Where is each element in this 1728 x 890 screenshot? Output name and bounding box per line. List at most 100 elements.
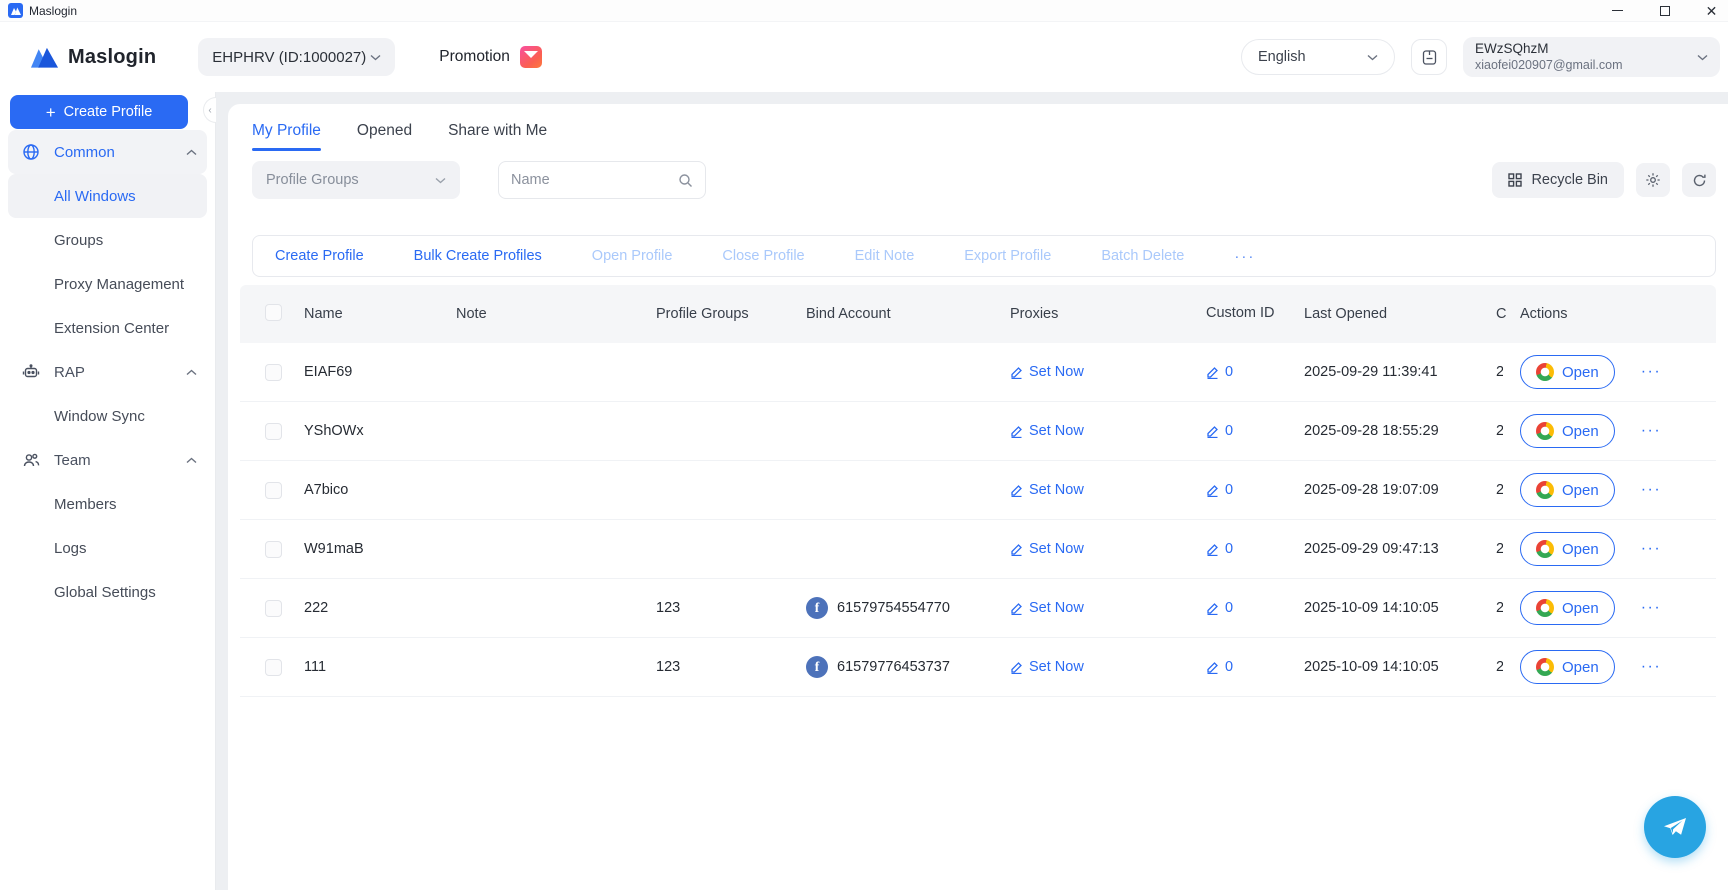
chrome-icon xyxy=(1536,422,1554,440)
open-button-label: Open xyxy=(1562,600,1599,617)
user-account-menu[interactable]: EWzSQhzM xiaofei020907@gmail.com xyxy=(1463,37,1720,77)
brand-logo: Maslogin xyxy=(30,46,156,69)
chrome-icon xyxy=(1536,363,1554,381)
docs-button[interactable] xyxy=(1411,39,1447,75)
set-proxy-link[interactable]: Set Now xyxy=(1010,541,1084,557)
open-profile-button[interactable]: Open xyxy=(1520,355,1615,389)
tab-my-profile[interactable]: My Profile xyxy=(252,112,321,151)
custom-id-edit-link[interactable]: 0 xyxy=(1206,600,1233,616)
telegram-plane-icon xyxy=(1660,812,1690,842)
refresh-icon xyxy=(1692,173,1707,188)
custom-id-edit-link[interactable]: 0 xyxy=(1206,364,1233,380)
clipped-cell-value: 2 xyxy=(1496,659,1503,675)
close-button[interactable]: ✕ xyxy=(1705,4,1718,17)
set-proxy-link[interactable]: Set Now xyxy=(1010,364,1084,380)
open-profile-button[interactable]: Open xyxy=(1520,532,1615,566)
action-more-button[interactable]: ··· xyxy=(1234,248,1255,265)
recycle-bin-button[interactable]: Recycle Bin xyxy=(1492,162,1624,198)
sidebar-item-label: Members xyxy=(54,496,117,513)
row-checkbox[interactable] xyxy=(265,364,282,381)
chrome-icon xyxy=(1536,658,1554,676)
set-proxy-link[interactable]: Set Now xyxy=(1010,659,1084,675)
workspace-select[interactable]: EHPHRV (ID:1000027) xyxy=(198,38,395,76)
language-value: English xyxy=(1258,49,1306,65)
set-proxy-link[interactable]: Set Now xyxy=(1010,600,1084,616)
sidebar-group-rap[interactable]: RAP xyxy=(8,350,207,394)
cell-last-opened: 2025-10-09 14:10:05 xyxy=(1296,600,1496,616)
action-export-profile-button[interactable]: Export Profile xyxy=(964,248,1051,264)
maximize-button[interactable] xyxy=(1658,4,1671,17)
app-header: Maslogin EHPHRV (ID:1000027) Promotion E… xyxy=(0,22,1728,92)
sidebar-group-common[interactable]: Common xyxy=(8,130,207,174)
custom-id-value: 0 xyxy=(1225,659,1233,675)
action-open-profile-button[interactable]: Open Profile xyxy=(592,248,673,264)
settings-button[interactable] xyxy=(1636,163,1670,197)
custom-id-edit-link[interactable]: 0 xyxy=(1206,659,1233,675)
sidebar-collapse-handle[interactable]: ‹ xyxy=(203,97,216,123)
action-edit-note-button[interactable]: Edit Note xyxy=(855,248,915,264)
set-proxy-link[interactable]: Set Now xyxy=(1010,423,1084,439)
title-bar: Maslogin ✕ xyxy=(0,0,1728,22)
sidebar-item-all-windows[interactable]: All Windows xyxy=(8,174,207,218)
open-profile-button[interactable]: Open xyxy=(1520,591,1615,625)
custom-id-edit-link[interactable]: 0 xyxy=(1206,541,1233,557)
set-now-label: Set Now xyxy=(1029,423,1084,439)
chevron-down-icon xyxy=(435,177,446,184)
row-more-button[interactable]: ··· xyxy=(1641,481,1661,499)
refresh-button[interactable] xyxy=(1682,163,1716,197)
table-row: EIAF69 f Set Now 0 2025-09-29 11:39:41 xyxy=(240,343,1716,402)
row-more-button[interactable]: ··· xyxy=(1641,540,1661,558)
language-select[interactable]: English xyxy=(1241,39,1395,75)
sidebar-item-logs[interactable]: Logs xyxy=(8,526,207,570)
open-profile-button[interactable]: Open xyxy=(1520,414,1615,448)
profile-groups-select[interactable]: Profile Groups xyxy=(252,161,460,199)
row-more-button[interactable]: ··· xyxy=(1641,658,1661,676)
column-header-profile-groups: Profile Groups xyxy=(648,306,798,322)
name-search-input[interactable] xyxy=(511,172,678,188)
custom-id-edit-link[interactable]: 0 xyxy=(1206,482,1233,498)
row-more-button[interactable]: ··· xyxy=(1641,599,1661,617)
promotion-link[interactable]: Promotion xyxy=(439,46,542,68)
select-all-checkbox[interactable] xyxy=(265,304,282,321)
set-now-label: Set Now xyxy=(1029,541,1084,557)
tab-opened[interactable]: Opened xyxy=(357,112,412,151)
pencil-icon xyxy=(1010,602,1023,615)
open-profile-button[interactable]: Open xyxy=(1520,650,1615,684)
action-close-profile-button[interactable]: Close Profile xyxy=(722,248,804,264)
column-header-bind-account: Bind Account xyxy=(798,306,1002,322)
minimize-button[interactable] xyxy=(1611,4,1624,17)
chrome-icon xyxy=(1536,540,1554,558)
action-create-profile-button[interactable]: Create Profile xyxy=(275,248,364,264)
chevron-down-icon xyxy=(1697,54,1708,61)
chevron-up-icon xyxy=(186,369,197,376)
sidebar-item-window-sync[interactable]: Window Sync xyxy=(8,394,207,438)
bind-account-id: 61579776453737 xyxy=(837,659,950,675)
row-checkbox[interactable] xyxy=(265,659,282,676)
set-proxy-link[interactable]: Set Now xyxy=(1010,482,1084,498)
telegram-fab-button[interactable] xyxy=(1644,796,1706,858)
custom-id-edit-link[interactable]: 0 xyxy=(1206,423,1233,439)
custom-id-value: 0 xyxy=(1225,541,1233,557)
sidebar-item-proxy-management[interactable]: Proxy Management xyxy=(8,262,207,306)
action-bulk-create-button[interactable]: Bulk Create Profiles xyxy=(414,248,542,264)
row-checkbox[interactable] xyxy=(265,482,282,499)
row-checkbox[interactable] xyxy=(265,600,282,617)
row-checkbox[interactable] xyxy=(265,541,282,558)
pencil-icon xyxy=(1206,661,1219,674)
sidebar-item-members[interactable]: Members xyxy=(8,482,207,526)
tab-share-with-me[interactable]: Share with Me xyxy=(448,112,547,151)
sidebar-item-extension-center[interactable]: Extension Center xyxy=(8,306,207,350)
row-more-button[interactable]: ··· xyxy=(1641,422,1661,440)
create-profile-button[interactable]: + Create Profile xyxy=(10,95,188,129)
action-batch-delete-button[interactable]: Batch Delete xyxy=(1101,248,1184,264)
search-icon[interactable] xyxy=(678,173,693,188)
row-more-button[interactable]: ··· xyxy=(1641,363,1661,381)
table-row: W91maB f Set Now 0 2025-09-29 09:47:13 xyxy=(240,520,1716,579)
sidebar-item-groups[interactable]: Groups xyxy=(8,218,207,262)
open-profile-button[interactable]: Open xyxy=(1520,473,1615,507)
column-header-proxies: Proxies xyxy=(1002,306,1198,322)
sidebar-group-team[interactable]: Team xyxy=(8,438,207,482)
sidebar-item-global-settings[interactable]: Global Settings xyxy=(8,570,207,614)
row-checkbox[interactable] xyxy=(265,423,282,440)
pencil-icon xyxy=(1206,484,1219,497)
